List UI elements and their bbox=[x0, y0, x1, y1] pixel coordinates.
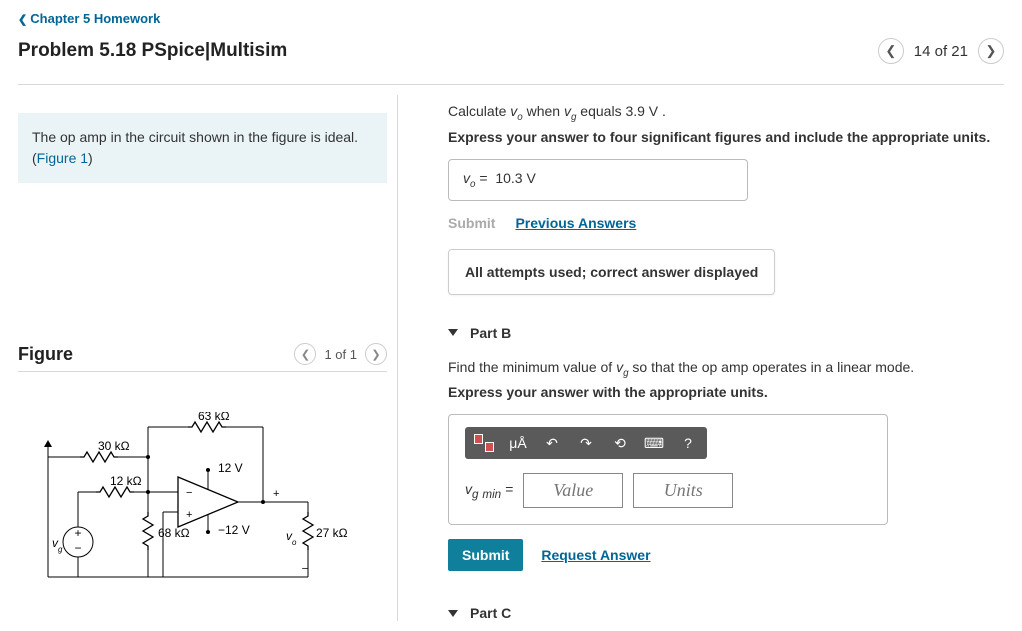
figure-next-button[interactable]: ❯ bbox=[365, 343, 387, 365]
caret-down-icon bbox=[448, 610, 458, 617]
caret-down-icon bbox=[448, 329, 458, 336]
partA-feedback: All attempts used; correct answer displa… bbox=[448, 249, 775, 295]
problem-nav: ❮ 14 of 21 ❯ bbox=[878, 38, 1004, 64]
svg-text:+: + bbox=[273, 488, 279, 500]
svg-text:vo: vo bbox=[286, 529, 297, 547]
keyboard-icon[interactable]: ⌨ bbox=[643, 432, 665, 454]
circuit-figure: + − − + + bbox=[18, 412, 358, 592]
partC-header[interactable]: Part C bbox=[448, 605, 1004, 621]
figure-heading: Figure bbox=[18, 344, 73, 365]
help-icon[interactable]: ? bbox=[677, 432, 699, 454]
svg-text:12 V: 12 V bbox=[218, 461, 243, 475]
next-problem-button[interactable]: ❯ bbox=[978, 38, 1004, 64]
partB-answer-entry: μÅ ↶ ↷ ⟲ ⌨ ? vg min = bbox=[448, 414, 888, 525]
undo-icon[interactable]: ↶ bbox=[541, 432, 563, 454]
problem-title: Problem 5.18 PSpice|Multisim bbox=[18, 40, 287, 62]
partC-title: Part C bbox=[470, 605, 511, 621]
prev-problem-button[interactable]: ❮ bbox=[878, 38, 904, 64]
template-tool-icon[interactable] bbox=[473, 432, 495, 454]
svg-text:−: − bbox=[74, 541, 81, 555]
partA-answer-display: vo = 10.3 V bbox=[448, 159, 748, 201]
svg-text:30 kΩ: 30 kΩ bbox=[98, 439, 130, 453]
problem-counter: 14 of 21 bbox=[914, 43, 968, 60]
prompt-close: ) bbox=[88, 150, 93, 166]
partB-submit-button[interactable]: Submit bbox=[448, 539, 523, 571]
partB-eq-label: vg min = bbox=[465, 481, 513, 501]
partA-question: Calculate vo when vg equals 3.9 V . bbox=[448, 103, 1004, 123]
svg-text:12 kΩ: 12 kΩ bbox=[110, 474, 142, 488]
svg-text:vg: vg bbox=[52, 536, 63, 554]
svg-text:−: − bbox=[302, 563, 308, 575]
partA-submit-button: Submit bbox=[448, 215, 495, 231]
partB-question: Find the minimum value of vg so that the… bbox=[448, 359, 1004, 379]
units-tool-icon[interactable]: μÅ bbox=[507, 432, 529, 454]
reset-icon[interactable]: ⟲ bbox=[609, 432, 631, 454]
svg-text:68 kΩ: 68 kΩ bbox=[158, 526, 190, 540]
back-link[interactable]: Chapter 5 Homework bbox=[18, 11, 160, 26]
units-input[interactable] bbox=[633, 473, 733, 508]
figure-link[interactable]: Figure 1 bbox=[37, 150, 88, 166]
partA-instructions: Express your answer to four significant … bbox=[448, 129, 1004, 145]
svg-text:−12 V: −12 V bbox=[218, 523, 250, 537]
redo-icon[interactable]: ↷ bbox=[575, 432, 597, 454]
previous-answers-link[interactable]: Previous Answers bbox=[515, 215, 636, 231]
divider bbox=[18, 84, 1004, 85]
svg-text:63 kΩ: 63 kΩ bbox=[198, 412, 230, 423]
svg-text:−: − bbox=[186, 487, 192, 499]
svg-text:+: + bbox=[74, 526, 81, 540]
figure-counter: 1 of 1 bbox=[324, 347, 357, 362]
svg-text:+: + bbox=[186, 509, 192, 521]
equation-toolbar: μÅ ↶ ↷ ⟲ ⌨ ? bbox=[465, 427, 707, 459]
value-input[interactable] bbox=[523, 473, 623, 508]
problem-prompt: The op amp in the circuit shown in the f… bbox=[18, 113, 387, 183]
svg-text:27 kΩ: 27 kΩ bbox=[316, 526, 348, 540]
figure-prev-button[interactable]: ❮ bbox=[294, 343, 316, 365]
partB-instructions: Express your answer with the appropriate… bbox=[448, 384, 1004, 400]
request-answer-link[interactable]: Request Answer bbox=[541, 547, 650, 563]
partB-title: Part B bbox=[470, 325, 511, 341]
partB-header[interactable]: Part B bbox=[448, 325, 1004, 341]
